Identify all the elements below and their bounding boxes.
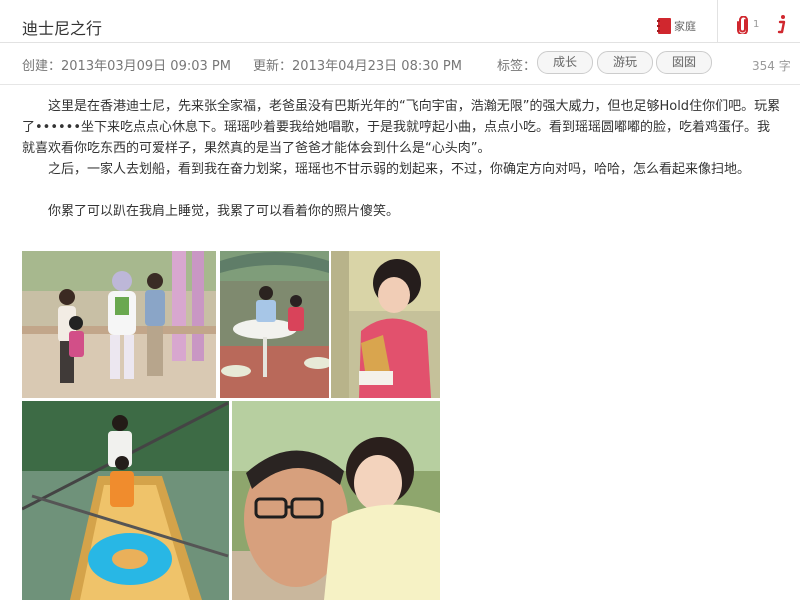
photo-family-with-buzz[interactable] [22, 251, 216, 398]
note-metadata-bar: 创建：2013年03月09日 09:03 PM 更新：2013年04月23日 0… [0, 42, 800, 85]
photo-girl-eating[interactable] [331, 251, 440, 398]
tags-label: 标签： [497, 59, 537, 74]
note-title[interactable]: 迪士尼之行 [22, 15, 102, 39]
photo-boat-rowing[interactable] [22, 401, 229, 600]
tag-play[interactable]: 游玩 [597, 51, 653, 74]
tag-growth[interactable]: 成长 [537, 51, 593, 74]
body-paragraph-3: 你累了可以趴在我肩上睡觉，我累了可以看着你的照片傻笑。 [48, 204, 400, 219]
attachment-button[interactable]: 1 [737, 16, 759, 34]
paperclip-icon [737, 16, 748, 34]
updated-date: 更新：2013年04月23日 08:30 PM [253, 59, 462, 74]
word-count: 354 字 [752, 59, 791, 73]
created-date: 创建：2013年03月09日 09:03 PM [22, 59, 231, 74]
photo-dad-daughter[interactable] [232, 401, 440, 600]
header-divider [717, 0, 718, 42]
body-paragraph-1: 这里是在香港迪士尼，先来张全家福，老爸虽没有巴斯光年的“飞向宇宙，浩瀚无限”的强… [22, 99, 781, 156]
attachment-count: 1 [753, 18, 760, 30]
info-icon[interactable] [776, 14, 788, 34]
note-header: 迪士尼之行 家庭 1 [0, 0, 800, 43]
photo-cafe-rest[interactable] [220, 251, 329, 398]
body-paragraph-2: 之后，一家人去划船，看到我在奋力划桨，瑶瑶也不甘示弱的划起来，不过，你确定方向对… [48, 162, 751, 177]
notebook-name: 家庭 [674, 20, 696, 33]
note-body[interactable]: 这里是在香港迪士尼，先来张全家福，老爸虽没有巴斯光年的“飞向宇宙，浩瀚无限”的强… [22, 96, 782, 222]
notebook-selector[interactable]: 家庭 [657, 17, 696, 35]
tag-little-girl[interactable]: 囡囡 [656, 51, 712, 74]
notebook-icon [657, 18, 671, 34]
